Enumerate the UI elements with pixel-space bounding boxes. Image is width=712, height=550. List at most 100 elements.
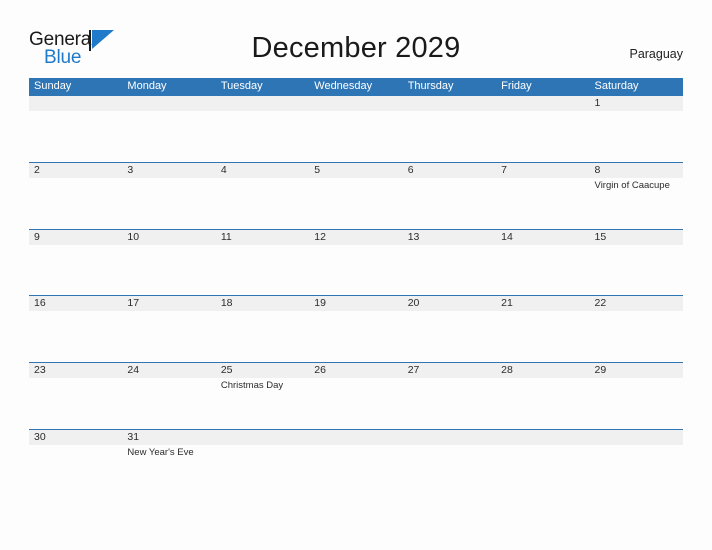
day-number: 26 [314,364,326,377]
day-number: 13 [407,230,420,243]
day-cell[interactable] [122,96,215,163]
day-event: Virgin of Caacupe [594,179,670,191]
day-number [34,96,122,111]
day-cell[interactable]: 7 [496,163,589,230]
day-cell[interactable]: 3 [122,163,215,230]
day-cell[interactable]: 21 [496,296,589,363]
day-number [127,96,215,111]
day-cell[interactable] [403,96,496,163]
day-number: 17 [127,297,140,310]
day-number: 1 [594,97,601,109]
day-cell[interactable]: 24 [122,363,215,430]
day-cell[interactable]: 28 [496,363,589,430]
day-cell[interactable]: 20 [403,296,496,363]
day-number: 22 [594,297,607,310]
day-cell[interactable]: 1 [590,96,683,163]
day-number: 29 [594,364,607,377]
day-number: 15 [594,230,607,243]
day-number: 5 [314,163,321,176]
day-cell[interactable]: 2 [29,163,122,230]
day-cell[interactable]: 17 [122,296,215,363]
day-cell[interactable] [496,96,589,163]
weekday-header-row: Sunday Monday Tuesday Wednesday Thursday… [29,78,683,95]
day-cell[interactable]: 8 Virgin of Caacupe [590,163,683,230]
day-cell[interactable]: 31 New Year's Eve [122,430,215,497]
day-number: 24 [127,364,140,377]
day-number [408,96,496,111]
day-number [314,430,402,445]
day-number: 31 [127,430,140,443]
week-row: 2 3 4 5 6 7 8 Virgin of Caacupe [29,161,683,230]
day-cell[interactable]: 10 [122,230,215,297]
day-number: 9 [34,230,40,243]
region-label: Paraguay [629,47,683,61]
day-number: 12 [314,230,326,243]
day-number: 16 [34,297,46,310]
weekday-header-thursday: Thursday [407,80,454,92]
day-number: 18 [220,297,233,310]
week-row: 30 31 New Year's Eve [29,428,683,497]
day-cell[interactable]: 18 [216,296,309,363]
weekday-header-saturday: Saturday [594,80,639,92]
day-number [221,96,309,111]
day-number: 19 [314,297,326,310]
day-cell[interactable] [29,96,122,163]
day-number: 8 [594,163,601,176]
day-number [408,430,496,445]
week-row: 1 [29,95,683,162]
day-cell[interactable] [309,430,402,497]
day-cell[interactable]: 23 [29,363,122,430]
day-cell[interactable]: 14 [496,230,589,297]
weekday-header-monday: Monday [127,80,167,92]
day-cell[interactable]: 15 [590,230,683,297]
day-number [501,430,589,445]
day-cell[interactable] [403,430,496,497]
day-cell[interactable]: 19 [309,296,402,363]
day-number: 21 [501,297,513,310]
day-number: 7 [501,163,507,176]
day-number: 28 [501,364,513,377]
day-cell[interactable]: 12 [309,230,402,297]
weekday-header-sunday: Sunday [34,80,72,92]
day-event: Christmas Day [220,380,284,392]
day-cell[interactable]: 6 [403,163,496,230]
day-number: 23 [34,364,46,377]
day-number: 10 [127,230,140,243]
day-cell[interactable] [309,96,402,163]
day-cell[interactable]: 16 [29,296,122,363]
page-header: General Blue December 2029 Paraguay [0,0,712,78]
day-number [501,96,589,111]
day-cell[interactable]: 27 [403,363,496,430]
weekday-header-wednesday: Wednesday [314,80,373,92]
day-cell[interactable] [216,430,309,497]
day-cell[interactable]: 13 [403,230,496,297]
day-cell[interactable] [590,430,683,497]
day-number [595,430,683,445]
day-number: 27 [407,364,420,377]
day-cell[interactable]: 25 Christmas Day [216,363,309,430]
calendar-grid: Sunday Monday Tuesday Wednesday Thursday… [29,78,683,496]
day-number [221,430,309,445]
day-number: 30 [34,430,46,443]
day-number: 11 [220,230,232,243]
day-number: 20 [407,297,420,310]
day-cell[interactable] [496,430,589,497]
calendar-page: General Blue December 2029 Paraguay Sund… [0,0,712,550]
day-number: 3 [127,163,134,176]
day-cell[interactable]: 29 [590,363,683,430]
day-cell[interactable]: 4 [216,163,309,230]
day-cell[interactable] [216,96,309,163]
day-cell[interactable]: 5 [309,163,402,230]
day-number: 14 [501,230,513,243]
day-number [314,96,402,111]
day-cell[interactable]: 9 [29,230,122,297]
day-cell[interactable]: 30 [29,430,122,497]
day-cell[interactable]: 11 [216,230,309,297]
week-row: 9 10 11 12 13 14 15 [29,228,683,297]
day-number: 2 [34,163,40,176]
weekday-header-tuesday: Tuesday [220,80,263,92]
week-row: 23 24 25 Christmas Day 26 27 28 29 [29,362,683,429]
day-cell[interactable]: 22 [590,296,683,363]
day-cell[interactable]: 26 [309,363,402,430]
week-row: 16 17 18 19 20 21 22 [29,295,683,362]
